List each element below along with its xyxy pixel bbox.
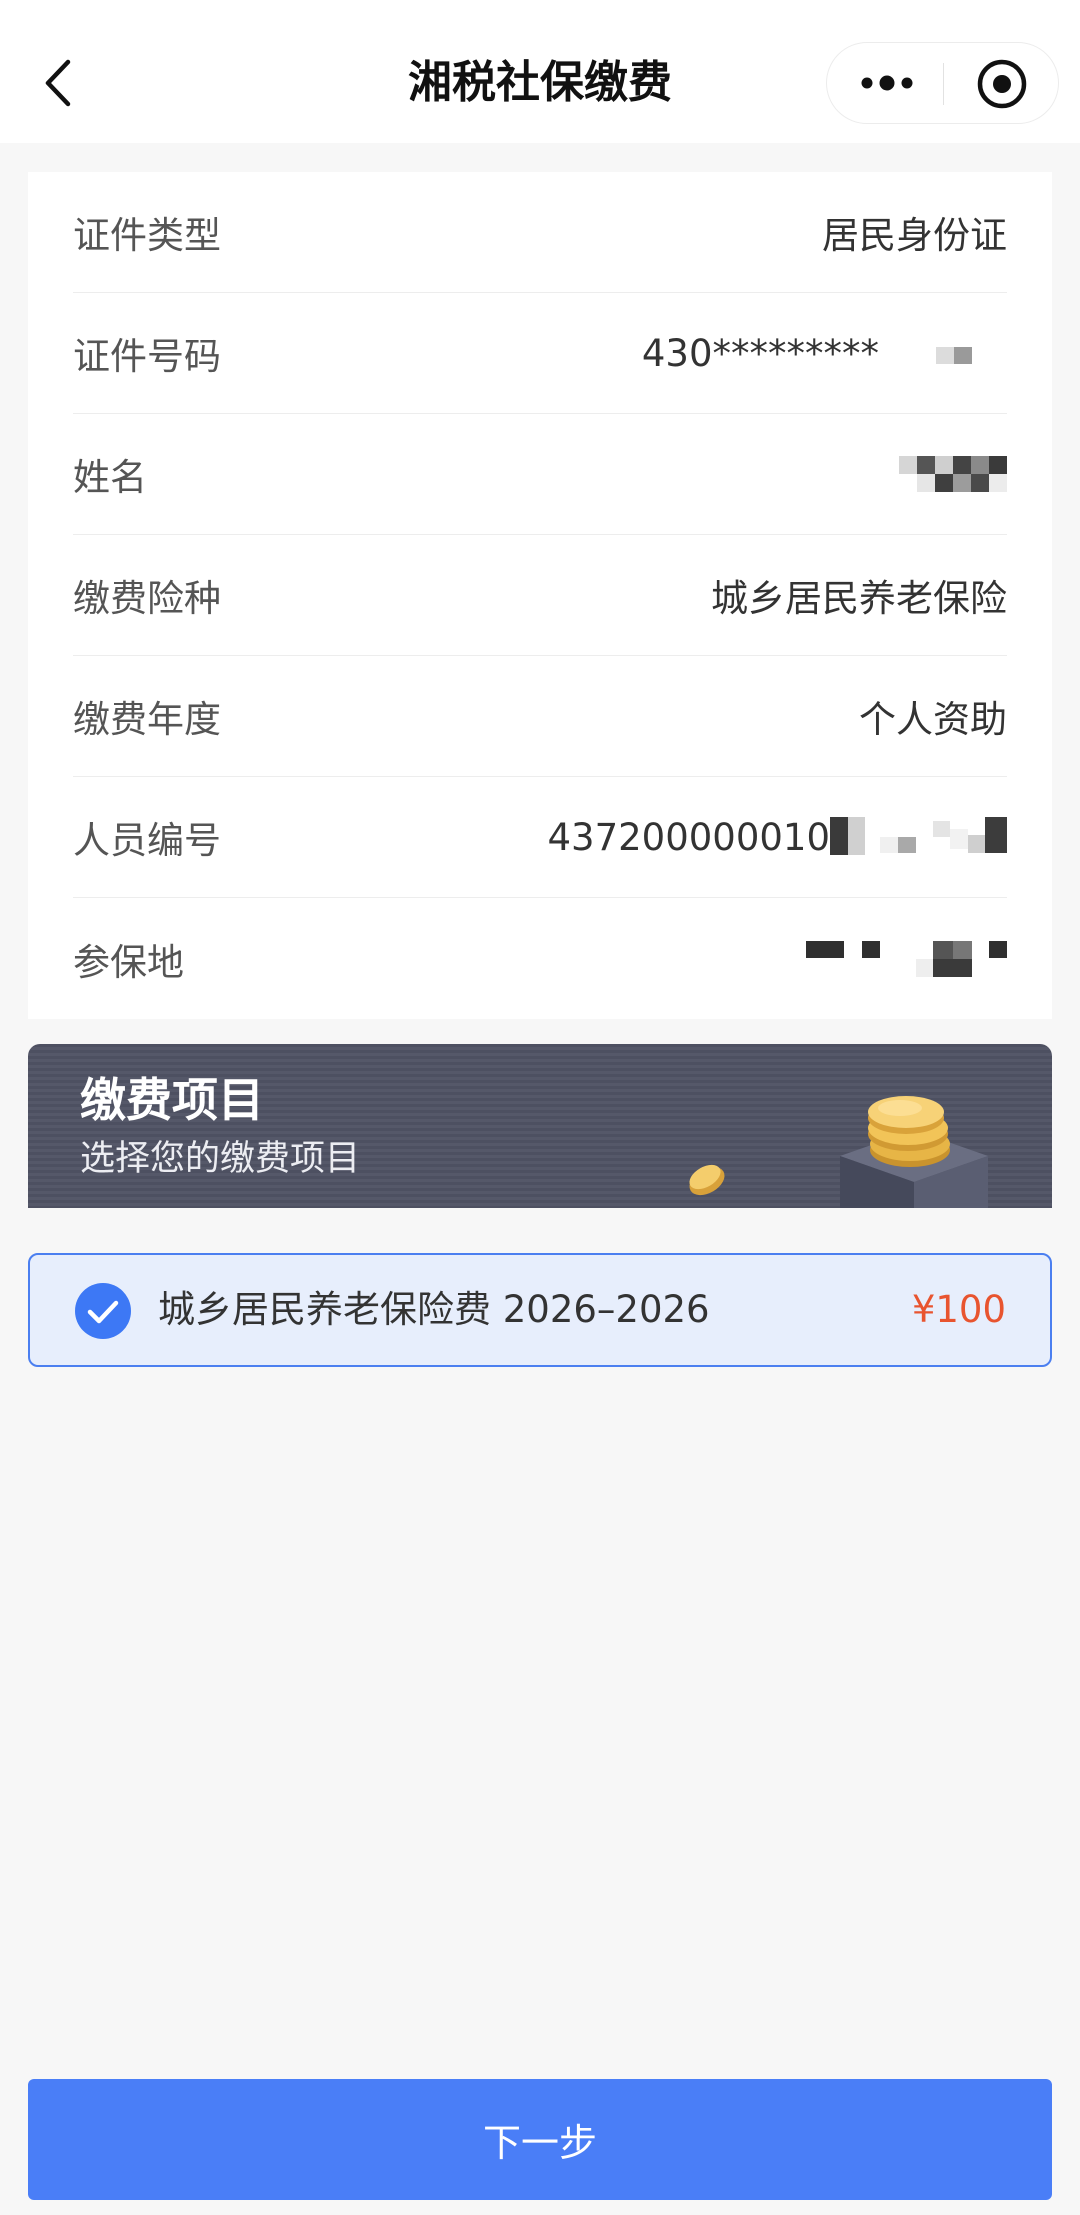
info-row-payment-year: 缴费年度 个人资助 — [73, 656, 1007, 777]
info-row-id-number: 证件号码 430********* — [73, 293, 1007, 414]
info-row-insured-place: 参保地 — [73, 898, 1007, 1019]
row-label: 人员编号 — [73, 819, 221, 862]
row-label: 缴费年度 — [73, 698, 221, 741]
row-value: 个人资助 — [859, 698, 1007, 741]
redaction-mask — [806, 940, 1007, 977]
next-step-button[interactable]: 下一步 — [28, 2079, 1052, 2200]
row-value-group — [806, 937, 1007, 981]
payment-item-label: 城乡居民养老保险费 2026–2026 — [158, 1288, 710, 1331]
info-row-person-number: 人员编号 437200000010 — [73, 777, 1007, 898]
row-value: 居民身份证 — [822, 214, 1007, 257]
payment-item-price: ¥100 — [911, 1288, 1006, 1331]
info-row-name: 姓名 — [73, 414, 1007, 535]
row-label: 证件号码 — [73, 335, 221, 378]
info-row-insurance-type: 缴费险种 城乡居民养老保险 — [73, 535, 1007, 656]
more-dots-icon[interactable] — [857, 63, 917, 103]
row-value-group: 437200000010 — [547, 815, 1007, 859]
row-label: 姓名 — [73, 456, 147, 499]
row-value: 430********* — [641, 331, 879, 375]
redaction-mask — [899, 456, 1007, 492]
redaction-mask — [936, 346, 972, 364]
capsule-divider — [943, 63, 944, 105]
check-circle-icon[interactable] — [74, 1282, 132, 1340]
nav-bar: 湘税社保缴费 — [0, 0, 1080, 143]
banner-title: 缴费项目 — [80, 1073, 264, 1127]
target-icon[interactable] — [973, 55, 1031, 113]
redaction-mask — [830, 817, 1007, 855]
row-label: 缴费险种 — [73, 577, 221, 620]
insured-info-card: 证件类型 居民身份证 证件号码 430********* 姓名 缴费险种 城乡居… — [28, 172, 1052, 1019]
row-value-group: 430********* — [642, 332, 1007, 375]
row-label: 参保地 — [73, 940, 184, 984]
payment-item-option[interactable]: 城乡居民养老保险费 2026–2026 ¥100 — [28, 1253, 1052, 1367]
row-value-group — [899, 455, 1007, 493]
mini-program-capsule — [826, 42, 1059, 124]
payment-items-banner: 缴费项目 选择您的缴费项目 — [28, 1044, 1052, 1208]
info-row-id-type: 证件类型 居民身份证 — [73, 172, 1007, 293]
row-value: 城乡居民养老保险 — [711, 577, 1007, 620]
row-value: 437200000010 — [547, 815, 831, 859]
row-label: 证件类型 — [73, 214, 221, 257]
banner-subtitle: 选择您的缴费项目 — [80, 1139, 361, 1179]
